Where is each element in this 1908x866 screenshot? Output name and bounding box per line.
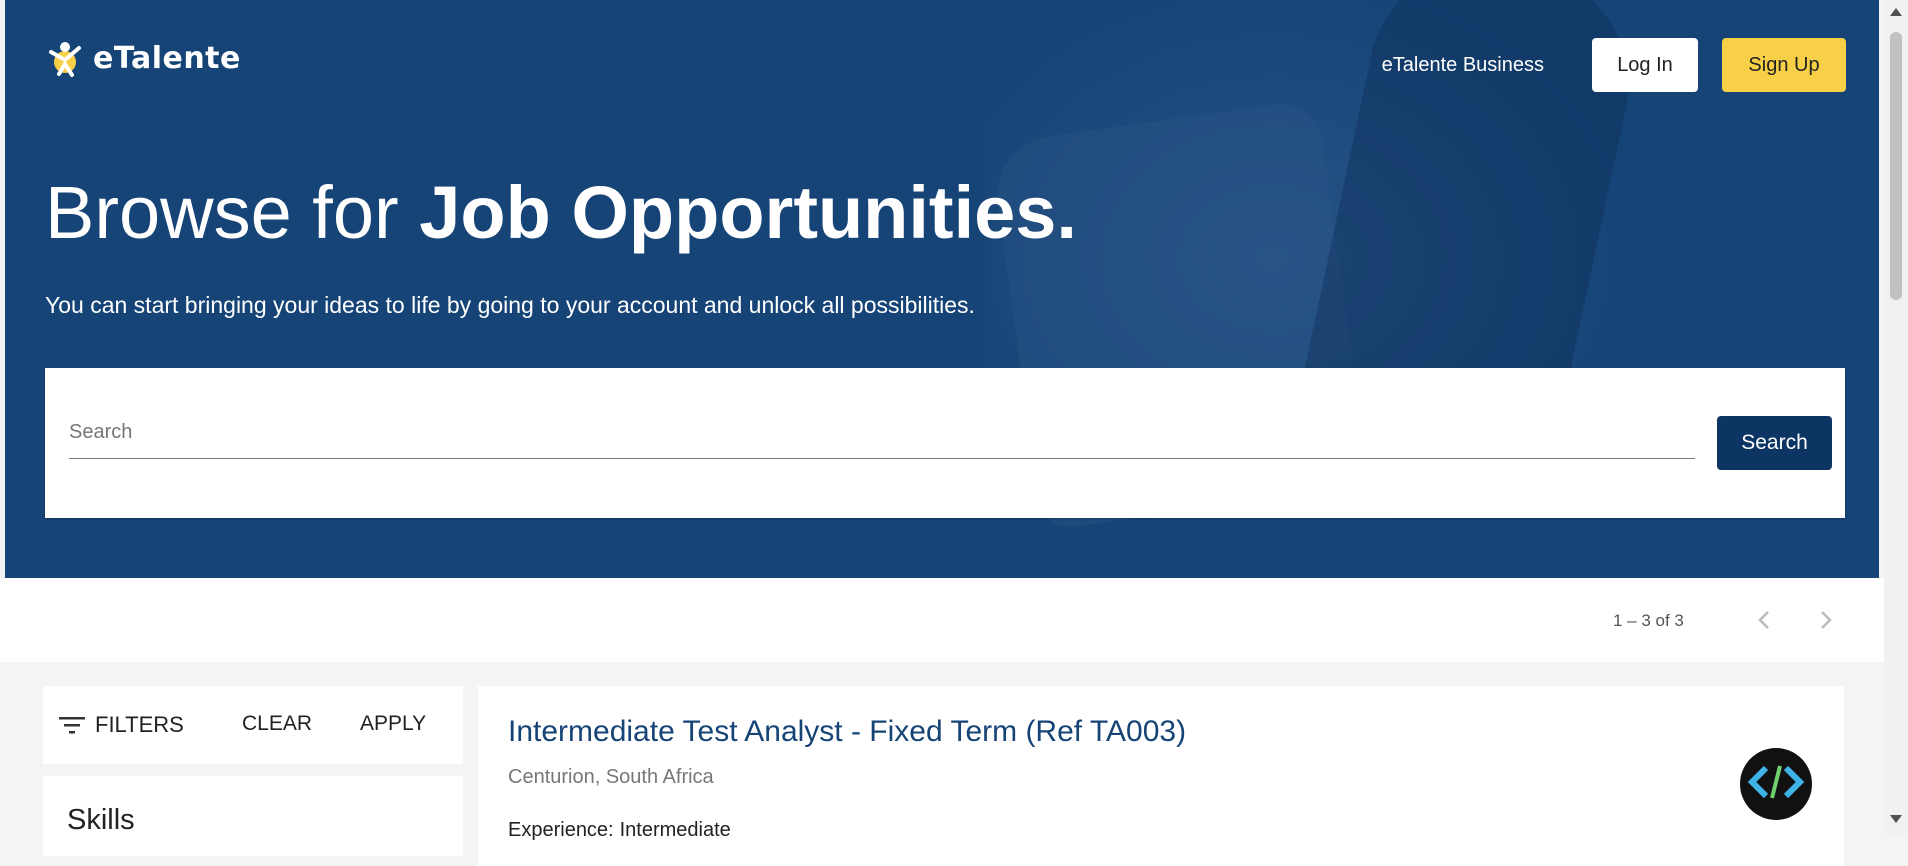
paginator: 1 – 3 of 3: [0, 578, 1884, 662]
scroll-down-arrow-icon[interactable]: [1890, 815, 1902, 823]
skills-filter-panel: Skills: [43, 776, 463, 856]
job-experience-label: Experience:: [508, 819, 614, 841]
top-nav: eTalente Business Log In Sign Up: [1382, 38, 1846, 92]
filter-list-icon: [59, 717, 85, 734]
company-logo-code-icon: [1747, 765, 1805, 799]
paginator-range-label: 1 – 3 of 3: [1613, 611, 1684, 630]
job-title[interactable]: Intermediate Test Analyst - Fixed Term (…: [508, 715, 1186, 749]
next-page-button[interactable]: [1806, 600, 1846, 640]
clear-filters-button[interactable]: CLEAR: [242, 712, 312, 736]
logo-figure-icon: [49, 42, 81, 77]
signup-button[interactable]: Sign Up: [1722, 38, 1846, 92]
enviro365-logo-icon: [1740, 748, 1812, 820]
filters-toggle[interactable]: FILTERS: [59, 712, 184, 738]
filters-card: FILTERS CLEAR APPLY: [43, 686, 463, 764]
logo-text: eTalente: [93, 40, 241, 76]
chevron-right-icon: [1821, 611, 1832, 629]
business-link[interactable]: eTalente Business: [1382, 54, 1544, 77]
scroll-up-arrow-icon[interactable]: [1890, 8, 1902, 16]
job-location: Centurion, South Africa: [508, 766, 714, 788]
scrollbar-thumb[interactable]: [1890, 32, 1902, 300]
hero-title-bold: Job Opportunities.: [419, 171, 1077, 254]
job-experience-value: Intermediate: [619, 819, 731, 841]
login-button[interactable]: Log In: [1592, 38, 1698, 92]
previous-page-button[interactable]: [1744, 600, 1784, 640]
search-input[interactable]: [69, 406, 1695, 459]
hero-title: Browse for Job Opportunities.: [45, 176, 1077, 250]
job-experience: Experience: Intermediate: [508, 819, 731, 842]
hero-title-regular: Browse for: [45, 171, 420, 254]
filters-label: FILTERS: [95, 712, 184, 737]
chevron-left-icon: [1758, 611, 1769, 629]
search-card: Search: [45, 368, 1845, 518]
skills-title: Skills: [67, 804, 135, 836]
apply-filters-button[interactable]: APPLY: [360, 712, 426, 736]
job-card[interactable]: Intermediate Test Analyst - Fixed Term (…: [478, 686, 1844, 866]
page-scrollbar[interactable]: [1884, 0, 1908, 836]
hero-banner: eTalente eTalente Business Log In Sign U…: [5, 0, 1879, 578]
etalente-logo[interactable]: eTalente: [45, 38, 241, 78]
search-button[interactable]: Search: [1717, 416, 1832, 470]
hero-subtitle: You can start bringing your ideas to lif…: [45, 292, 975, 318]
